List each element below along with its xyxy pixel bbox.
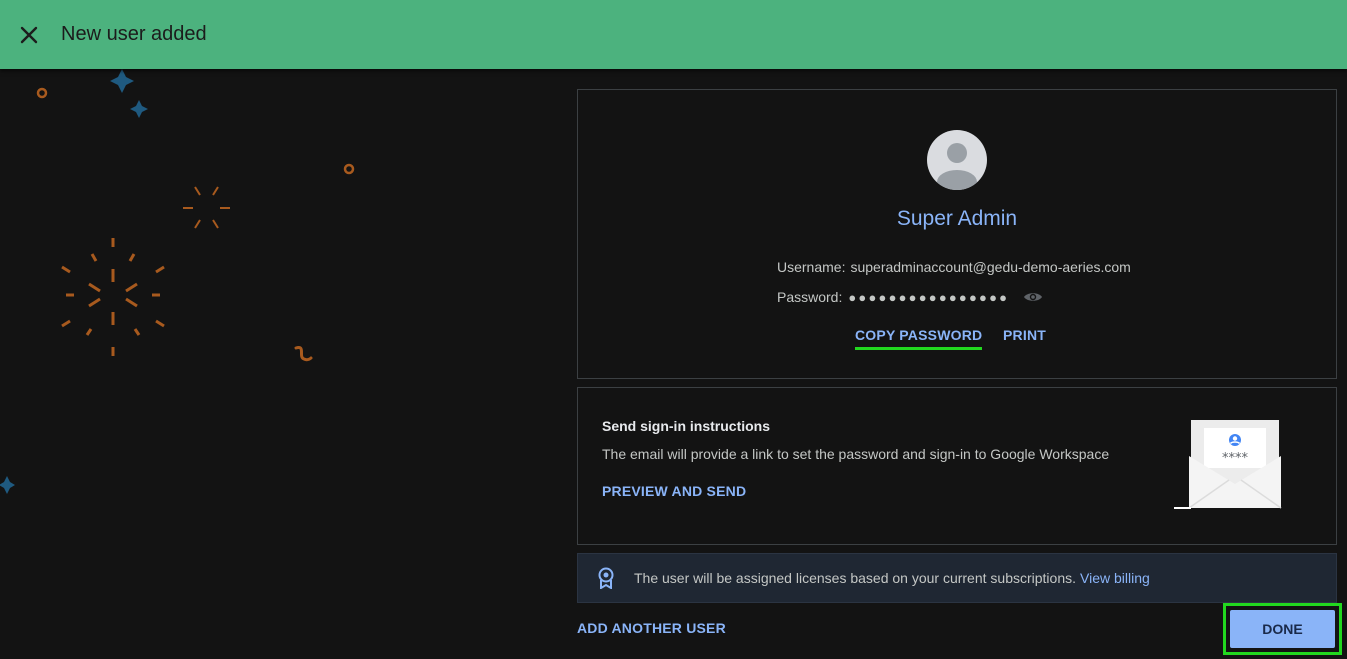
license-badge-icon xyxy=(598,567,614,589)
add-another-user-button[interactable]: ADD ANOTHER USER xyxy=(577,620,726,636)
username-line: Username: superadminaccount@gedu-demo-ae… xyxy=(777,259,1131,275)
orange-ring-icon xyxy=(36,87,355,175)
envelope-password-text: **** xyxy=(1222,451,1249,466)
send-instructions-title: Send sign-in instructions xyxy=(602,418,771,434)
page-title: New user added xyxy=(61,23,207,45)
user-name: Super Admin xyxy=(896,207,1018,230)
print-button[interactable]: PRINT xyxy=(1003,327,1046,343)
notification-bar: New user added xyxy=(0,0,1347,69)
username-value: superadminaccount@gedu-demo-aeries.com xyxy=(850,259,1131,275)
user-info-card: Super Admin Username: superadminaccount@… xyxy=(577,89,1337,379)
license-text: The user will be assigned licenses based… xyxy=(634,570,1077,586)
license-info-bar: The user will be assigned licenses based… xyxy=(577,553,1337,603)
send-instructions-card: Send sign-in instructions The email will… xyxy=(577,387,1337,545)
done-button[interactable]: DONE xyxy=(1230,610,1335,648)
eye-icon xyxy=(1024,293,1043,301)
confetti-decoration xyxy=(0,69,355,494)
orange-squiggle-icon xyxy=(294,346,313,362)
password-line: Password: ●●●●●●●●●●●●●●●● xyxy=(777,289,1043,305)
orange-burst-small-icon xyxy=(183,186,230,229)
envelope-icon: **** xyxy=(1174,420,1282,509)
close-button[interactable] xyxy=(9,15,49,55)
send-instructions-description: The email will provide a link to set the… xyxy=(602,446,1110,462)
person-icon xyxy=(937,143,977,190)
copy-password-button[interactable]: COPY PASSWORD xyxy=(855,327,983,350)
preview-and-send-button[interactable]: PREVIEW AND SEND xyxy=(602,483,746,499)
view-billing-link[interactable]: View billing xyxy=(1080,570,1150,586)
username-label: Username: xyxy=(777,259,846,275)
show-password-button[interactable] xyxy=(1023,290,1043,304)
password-label: Password: xyxy=(777,289,843,305)
close-icon xyxy=(20,26,38,43)
orange-burst-large-icon xyxy=(61,238,165,356)
password-value: ●●●●●●●●●●●●●●●● xyxy=(848,289,1010,305)
avatar xyxy=(927,130,987,190)
blue-sparkle-icon xyxy=(0,69,148,494)
done-button-highlight: DONE xyxy=(1223,603,1342,655)
